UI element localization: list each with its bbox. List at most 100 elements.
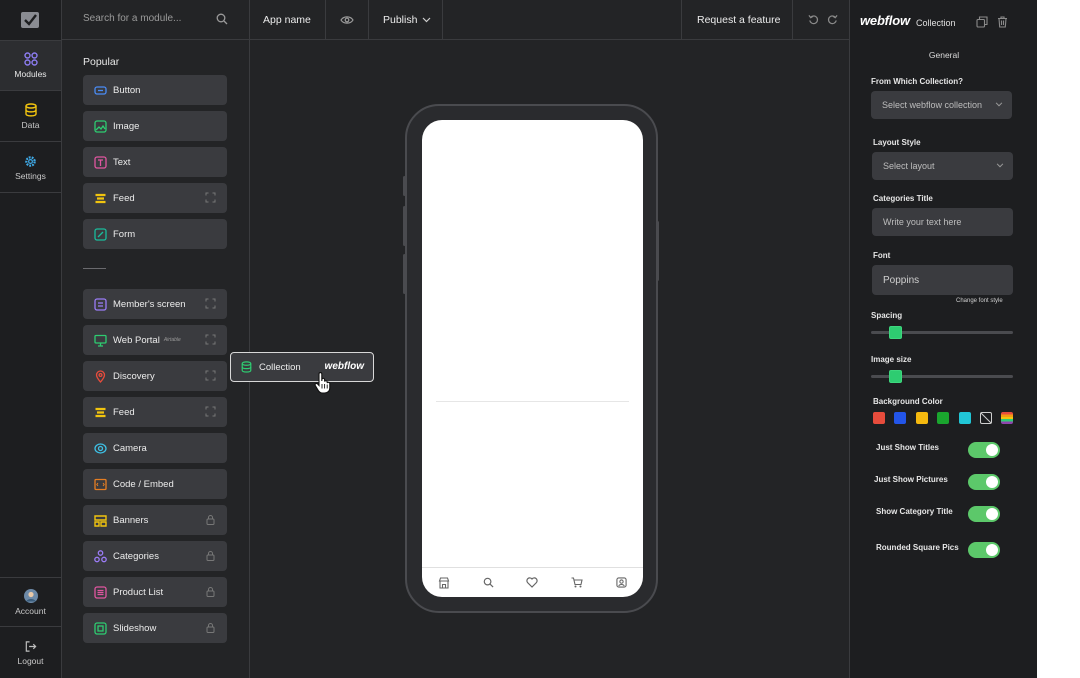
store-icon[interactable]: [438, 576, 450, 589]
phone-side-button: [403, 206, 406, 246]
toggle-label: Just Show Titles: [876, 443, 939, 452]
list-icon: [94, 585, 107, 599]
rail-label: Logout: [17, 656, 44, 666]
module-feed[interactable]: Feed: [83, 397, 227, 427]
module-slideshow[interactable]: Slideshow: [83, 613, 227, 643]
module-button[interactable]: Button: [83, 75, 227, 105]
top-bar: App name Publish Request a feature: [250, 0, 849, 40]
feed-icon: [94, 192, 107, 205]
toggle-switch[interactable]: [968, 474, 1000, 490]
webflow-logo: webflow: [860, 13, 910, 28]
phone-screen[interactable]: [422, 120, 643, 597]
change-font-link[interactable]: Change font style: [956, 298, 1003, 304]
image-size-label: Image size: [871, 355, 912, 364]
modules-panel: Search for a module... Popular Button Ima…: [62, 0, 250, 678]
divider: [83, 268, 106, 269]
module-member-s-screen[interactable]: Member's screen: [83, 289, 227, 319]
toggle-switch[interactable]: [968, 442, 1000, 458]
layout-select[interactable]: Select layout: [872, 152, 1013, 180]
search-input[interactable]: Search for a module...: [83, 13, 181, 24]
module-discovery[interactable]: Discovery: [83, 361, 227, 391]
avatar: [23, 588, 38, 603]
camera-icon: [94, 442, 107, 455]
expand-icon[interactable]: [205, 370, 216, 381]
module-label: Feed: [113, 406, 135, 418]
phone-preview: [405, 104, 658, 613]
eye-icon: [340, 16, 354, 24]
duplicate-icon[interactable]: [976, 16, 988, 28]
dragging-collection-module[interactable]: Collection webflow: [230, 352, 374, 382]
profile-icon[interactable]: [616, 577, 627, 588]
rail-item-logout[interactable]: Logout: [0, 628, 61, 678]
rail-item-modules[interactable]: Modules: [0, 41, 61, 91]
app-name-label: App name: [263, 14, 311, 26]
gear-icon: [25, 155, 36, 167]
section-title-popular: Popular: [83, 56, 120, 68]
app-name-field[interactable]: App name: [250, 0, 326, 40]
module-text[interactable]: Text: [83, 147, 227, 177]
lock-icon: [206, 623, 215, 633]
request-feature-button[interactable]: Request a feature: [681, 0, 793, 40]
module-categories[interactable]: Categories: [83, 541, 227, 571]
cart-icon[interactable]: [571, 577, 583, 588]
tab-general[interactable]: General: [850, 50, 1038, 60]
categories-title-input[interactable]: Write your text here: [872, 208, 1013, 236]
spacing-slider-handle[interactable]: [888, 326, 902, 339]
module-banners[interactable]: Banners: [83, 505, 227, 535]
module-camera[interactable]: Camera: [83, 433, 227, 463]
color-swatch[interactable]: [958, 412, 971, 424]
color-swatch[interactable]: [937, 412, 950, 424]
chevron-down-icon: [995, 102, 1003, 107]
preview-button[interactable]: [326, 0, 369, 40]
heart-icon[interactable]: [526, 577, 539, 588]
module-label: Text: [113, 156, 131, 168]
color-swatch[interactable]: [873, 412, 885, 424]
phone-side-button: [403, 254, 406, 294]
database-icon: [24, 103, 37, 117]
search-icon[interactable]: [483, 577, 494, 588]
spacing-slider[interactable]: [871, 326, 1013, 339]
image-size-slider[interactable]: [871, 370, 1013, 383]
module-label: Collection: [259, 361, 301, 373]
request-feature-label: Request a feature: [697, 14, 781, 26]
expand-icon[interactable]: [205, 334, 216, 345]
module-image[interactable]: Image: [83, 111, 227, 141]
image-size-slider-handle[interactable]: [888, 370, 902, 383]
trash-icon[interactable]: [997, 16, 1008, 28]
app-logo-icon[interactable]: [20, 11, 40, 29]
expand-icon[interactable]: [205, 298, 216, 309]
webflow-logo: webflow: [324, 361, 364, 372]
publish-button[interactable]: Publish: [369, 0, 443, 40]
font-value: Poppins: [883, 274, 920, 286]
search-icon[interactable]: [216, 13, 228, 25]
rail-item-data[interactable]: Data: [0, 92, 61, 142]
toggle-switch[interactable]: [968, 506, 1000, 522]
toggle-switch[interactable]: [968, 542, 1000, 558]
collection-select[interactable]: Select webflow collection: [871, 91, 1012, 119]
module-product-list[interactable]: Product List: [83, 577, 227, 607]
font-select[interactable]: Poppins: [872, 265, 1013, 295]
module-form[interactable]: Form: [83, 219, 227, 249]
image-icon: [94, 119, 107, 133]
redo-icon[interactable]: [827, 14, 838, 25]
form-icon: [94, 227, 107, 241]
toggle-label: Show Category Title: [876, 507, 953, 516]
expand-icon[interactable]: [205, 192, 216, 203]
undo-icon[interactable]: [808, 14, 819, 25]
module-search[interactable]: Search for a module...: [62, 0, 249, 40]
color-swatch[interactable]: [894, 412, 907, 424]
color-swatch-none[interactable]: [980, 412, 992, 424]
module-feed[interactable]: Feed: [83, 183, 227, 213]
layout-style-label: Layout Style: [873, 138, 921, 147]
module-web-portal[interactable]: Web Portal Airtable: [83, 325, 227, 355]
expand-icon[interactable]: [205, 406, 216, 417]
module-code-embed[interactable]: Code / Embed: [83, 469, 227, 499]
color-swatch-custom[interactable]: [1001, 412, 1014, 424]
rail-item-settings[interactable]: Settings: [0, 143, 61, 193]
logout-icon: [25, 641, 37, 652]
rail-item-account[interactable]: Account: [0, 577, 61, 627]
lock-icon: [206, 587, 215, 597]
color-swatch[interactable]: [915, 412, 928, 424]
code-icon: [94, 478, 107, 491]
module-label: Discovery: [113, 370, 155, 382]
